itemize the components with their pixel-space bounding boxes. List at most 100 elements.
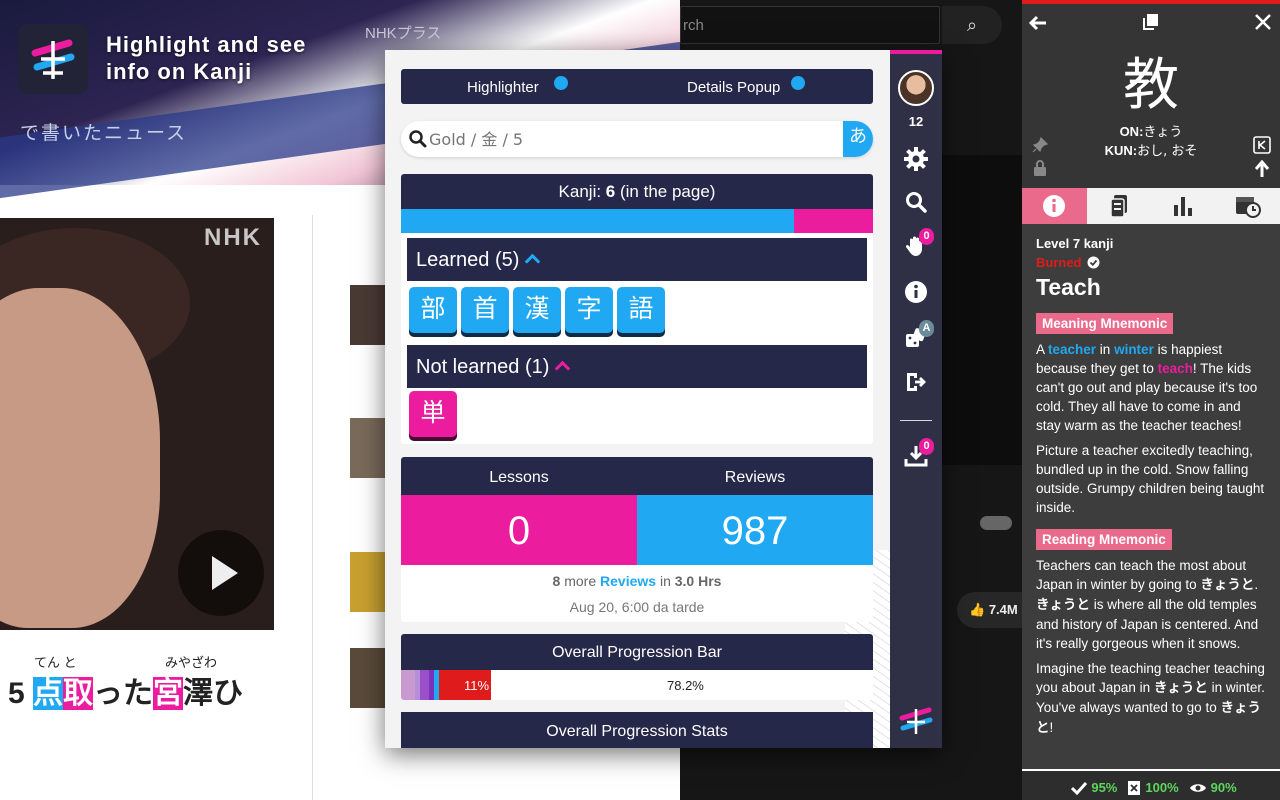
blacklist-button[interactable]: 0: [890, 228, 942, 258]
gear-icon: [904, 147, 928, 171]
background-video[interactable]: NHK: [0, 218, 274, 630]
info-icon: [1043, 195, 1066, 217]
mnemonic-text: in: [1096, 342, 1115, 357]
mnemonic-text: A: [1036, 342, 1049, 357]
kanji-tile[interactable]: 部: [409, 287, 457, 333]
background-player: [942, 155, 1025, 465]
sidebar-divider: [900, 420, 932, 421]
reviews-label: Reviews: [724, 469, 786, 486]
avatar[interactable]: [898, 70, 934, 106]
more-time: 3.0 Hrs: [674, 573, 722, 589]
more-in: in: [656, 573, 675, 589]
check-circle-icon: [1087, 256, 1099, 269]
search-icon: [409, 130, 427, 148]
headline-prefix: 5: [8, 677, 25, 710]
background-search-input[interactable]: rch: [680, 6, 940, 44]
background-divider: [312, 215, 313, 800]
highlighter-label: Highlighter: [467, 79, 539, 96]
kanji-meaning: Teach: [1036, 274, 1101, 300]
extension-home-button[interactable]: [890, 706, 942, 736]
news-thumbnail[interactable]: [350, 418, 390, 478]
close-icon[interactable]: [1254, 13, 1272, 31]
tab-timeline[interactable]: [1216, 188, 1280, 224]
arrow-up-icon[interactable]: [1254, 160, 1270, 178]
learned-group-header[interactable]: Learned (5): [407, 238, 867, 281]
highlighter-toggle-dot[interactable]: [554, 76, 568, 90]
mnemonic-highlight: winter: [1114, 342, 1154, 357]
srs-stage-label: Burned: [1036, 255, 1082, 270]
kanji-header-prefix: Kanji:: [558, 182, 606, 201]
mnemonic-highlight: teach: [1157, 361, 1193, 376]
highlighted-kanji-not-learned[interactable]: 取: [63, 677, 94, 710]
reviews-count[interactable]: 987: [637, 495, 873, 565]
keyboard-icon[interactable]: [1253, 136, 1271, 154]
calendar-clock-icon: [1235, 197, 1261, 218]
download-button[interactable]: 0: [890, 438, 942, 468]
mnemonic-text: !: [1049, 720, 1054, 735]
check-icon: [1071, 781, 1088, 795]
back-arrow-icon[interactable]: [1028, 14, 1048, 32]
info-button[interactable]: [890, 280, 942, 304]
tab-info[interactable]: [1022, 188, 1087, 224]
reading-mnemonic-label: Reading Mnemonic: [1036, 529, 1172, 550]
details-stats-footer: 95% 100% 90%: [1022, 769, 1280, 800]
kanji-in-page-card: Kanji: 6 (in the page) Learned (5) 部 首 漢…: [401, 174, 873, 444]
lock-icon[interactable]: [1033, 160, 1047, 176]
kanji-details-panel: 教 ON:きょう KUN:おし, おそ Level 7 kanji Burned…: [1022, 0, 1280, 800]
info-icon: [905, 281, 927, 303]
extension-popup: Highlighter Details Popup あ Kanji: 6 (in…: [385, 50, 942, 748]
highlighter-toggle[interactable]: Highlighter: [467, 79, 539, 96]
more-link[interactable]: Reviews: [600, 573, 656, 589]
highlighted-kanji-not-learned[interactable]: 宮: [153, 677, 184, 710]
kanji-logo-icon: [31, 39, 75, 79]
on-value: きょう: [1143, 125, 1183, 140]
feature-title: Highlight and see info on Kanji: [106, 32, 307, 84]
kanji-tile[interactable]: 語: [617, 287, 665, 333]
news-thumbnail[interactable]: [350, 648, 390, 708]
lessons-label: Lessons: [489, 469, 549, 486]
news-thumbnail[interactable]: [350, 285, 390, 345]
learned-kanji-list: 部 首 漢 字 語: [409, 287, 665, 333]
highlighted-kanji-learned[interactable]: 点: [33, 677, 64, 710]
kanji-search-input[interactable]: [429, 127, 829, 151]
settings-button[interactable]: [890, 146, 942, 172]
mnemonic-highlight: teacher: [1048, 342, 1097, 357]
kanji-tile[interactable]: 首: [461, 287, 509, 333]
upcoming-reviews-text: 8 more Reviews in 3.0 Hrs: [401, 573, 873, 589]
play-icon[interactable]: [178, 530, 264, 616]
tab-cards[interactable]: [1087, 188, 1152, 224]
nhk-logo: NHK: [204, 224, 262, 251]
background-search-icon[interactable]: ⌕: [942, 6, 1002, 44]
mnemonic-highlight: きょうと: [1036, 597, 1090, 613]
background-search-placeholder: rch: [683, 17, 704, 34]
copy-icon[interactable]: [1142, 13, 1160, 31]
progression-stats-header[interactable]: Overall Progression Stats: [401, 712, 873, 748]
not-learned-kanji-list: 単: [409, 391, 457, 437]
details-popup-toggle-dot[interactable]: [791, 76, 805, 90]
not-learned-group-header[interactable]: Not learned (1): [407, 345, 867, 388]
meaning-hint-text: Picture a teacher excitedly teaching, bu…: [1036, 443, 1265, 515]
kanji-level: Level 7 kanji: [1036, 236, 1114, 251]
overall-percent: 78.2%: [667, 678, 704, 693]
lessons-count[interactable]: 0: [401, 495, 637, 565]
kanji-tile[interactable]: 漢: [513, 287, 561, 333]
kanji-tile[interactable]: 字: [565, 287, 613, 333]
background-toggle[interactable]: [980, 516, 1012, 530]
mnemonic-highlight: きょうと: [1153, 680, 1208, 696]
kana-toggle-button[interactable]: あ: [843, 121, 873, 157]
details-popup-toggle[interactable]: Details Popup: [687, 79, 780, 96]
learned-ratio-bar: [401, 209, 873, 233]
tab-stats[interactable]: [1151, 188, 1216, 224]
logout-button[interactable]: [890, 370, 942, 394]
kanji-tile[interactable]: 単: [409, 391, 457, 437]
mnemonic-text: .: [1254, 577, 1259, 592]
pin-icon[interactable]: [1032, 137, 1048, 153]
random-kanji-button[interactable]: A: [890, 320, 942, 350]
mnemonic-highlight: きょうと: [1200, 577, 1255, 593]
progression-bar-title: Overall Progression Bar: [401, 634, 873, 670]
background-headline[interactable]: 5 点取った宮澤ひ: [8, 668, 243, 712]
search-button[interactable]: [890, 190, 942, 214]
news-thumbnail[interactable]: [350, 552, 390, 612]
on-label: ON:: [1119, 124, 1144, 139]
kanji-header-suffix: (in the page): [615, 182, 716, 201]
